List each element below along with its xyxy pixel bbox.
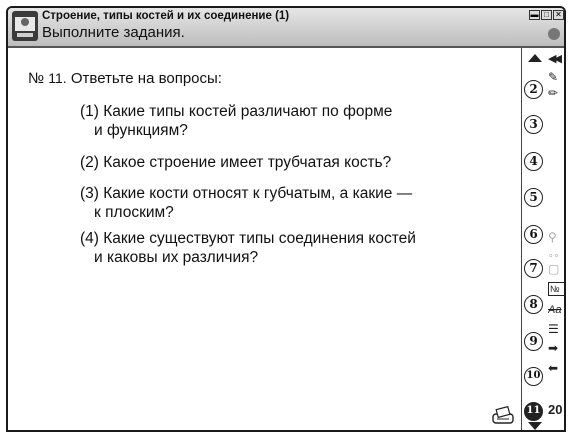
question-item: (1) Какие типы костей различают по форме… — [80, 102, 392, 140]
tool-column: ◀◀ ✎ ✏ ⚲ ∘∘ ▢ № Аа ☰ ➡ ⬅ 20 — [548, 48, 564, 430]
minimize-icon[interactable]: ▬ — [529, 10, 540, 20]
question-line: (1) Какие типы костей различают по форме — [80, 103, 393, 120]
title-bar: Строение, типы костей и их соединение (1… — [8, 8, 564, 48]
page-button-10[interactable]: 10 — [524, 367, 543, 386]
stop-icon[interactable] — [548, 28, 560, 40]
cube-icon[interactable]: ▢ — [548, 262, 564, 276]
question-line-continued: и каковы их различия? — [94, 249, 259, 266]
page-button-9[interactable]: 9 — [524, 332, 543, 351]
app-window: Строение, типы костей и их соединение (1… — [6, 6, 566, 432]
task-heading: Ответьте на вопросы: — [70, 70, 222, 87]
maximize-icon[interactable]: □ — [541, 10, 552, 20]
close-icon[interactable]: ✕ — [553, 10, 564, 20]
page-button-11[interactable]: 11 — [524, 402, 543, 421]
page-button-8[interactable]: 8 — [524, 295, 543, 314]
question-item: (4) Какие существуют типы соединения кос… — [80, 229, 416, 267]
window-subtitle: Выполните задания. — [42, 24, 185, 41]
wrench-icon[interactable]: ✎ — [548, 70, 564, 84]
question-line: (3) Какие кости относят к губчатым, а ка… — [80, 185, 413, 202]
question-line-continued: и функциям? — [94, 122, 188, 139]
scroll-up-icon[interactable] — [528, 54, 542, 62]
question-item: (2) Какое строение имеет трубчатая кость… — [80, 153, 391, 172]
question-item: (3) Какие кости относят к губчатым, а ка… — [80, 184, 412, 222]
back-button[interactable]: ◀◀ — [548, 52, 564, 66]
year-label: 20 — [548, 402, 563, 417]
printer-icon[interactable] — [491, 406, 515, 426]
question-line: (4) Какие существуют типы соединения кос… — [80, 230, 416, 247]
page-button-2[interactable]: 2 — [524, 80, 543, 99]
number-tool-button[interactable]: № — [548, 282, 564, 296]
page-button-3[interactable]: 3 — [524, 115, 543, 134]
question-line-continued: к плоским? — [94, 204, 174, 221]
app-icon — [12, 11, 38, 41]
magnifier-icon[interactable]: ⚲ — [548, 230, 564, 244]
list-icon[interactable]: ☰ — [548, 322, 564, 336]
page-button-4[interactable]: 4 — [524, 152, 543, 171]
page-button-6[interactable]: 6 — [524, 225, 543, 244]
arrow-right-icon[interactable]: ➡ — [548, 341, 564, 355]
question-line: (2) Какое строение имеет трубчатая кость… — [80, 154, 392, 171]
scrollbar-divider — [521, 48, 522, 430]
task-number-prefix: № — [28, 70, 45, 87]
page-button-5[interactable]: 5 — [524, 188, 543, 207]
dots-icon: ∘∘ — [548, 250, 560, 260]
pencil-icon[interactable]: ✏ — [548, 86, 564, 100]
scroll-down-icon[interactable] — [528, 422, 542, 430]
page-navigation: 2 3 4 5 6 7 8 9 10 11 — [524, 48, 546, 430]
window-title: Строение, типы костей и их соединение (1… — [42, 10, 290, 22]
text-tool-button[interactable]: Аа — [548, 303, 564, 317]
page-button-7[interactable]: 7 — [524, 259, 543, 278]
task-number: 11. — [48, 70, 67, 86]
arrow-left-icon[interactable]: ⬅ — [548, 361, 564, 375]
task-heading-row: № 11. Ответьте на вопросы: — [28, 70, 222, 87]
